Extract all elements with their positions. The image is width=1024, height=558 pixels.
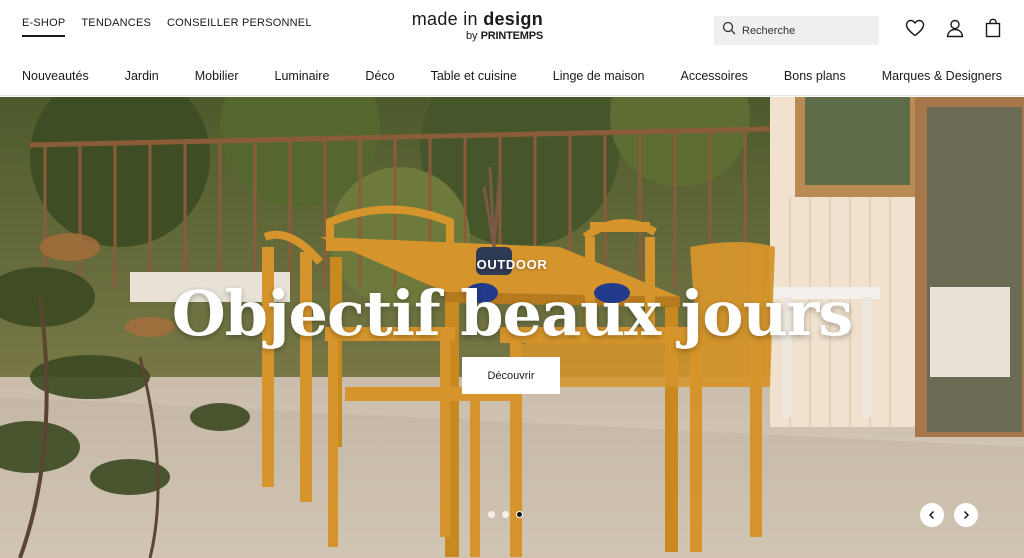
- logo-made-in: made in: [411, 9, 484, 29]
- nav-item-linge-maison[interactable]: Linge de maison: [553, 69, 645, 83]
- carousel-dot-1[interactable]: [488, 511, 495, 518]
- discover-button[interactable]: Découvrir: [462, 357, 560, 394]
- main-nav: Nouveautés Jardin Mobilier Luminaire Déc…: [0, 56, 1024, 96]
- bag-icon[interactable]: [982, 17, 1004, 39]
- user-icon[interactable]: [944, 17, 966, 39]
- top-links: E-SHOP TENDANCES CONSEILLER PERSONNEL: [22, 17, 312, 37]
- logo-by: by: [465, 30, 481, 42]
- nav-item-bons-plans[interactable]: Bons plans: [784, 69, 846, 83]
- hero-title: Objectif beaux jours: [171, 277, 853, 350]
- top-link-tendances[interactable]: TENDANCES: [81, 17, 151, 37]
- nav-item-deco[interactable]: Déco: [365, 69, 394, 83]
- nav-item-mobilier[interactable]: Mobilier: [195, 69, 239, 83]
- carousel-dots: [488, 511, 523, 518]
- carousel-prev-button[interactable]: [920, 503, 944, 527]
- logo-printemps: PRINTEMPS: [480, 30, 544, 42]
- heart-icon[interactable]: [904, 17, 926, 39]
- nav-item-jardin[interactable]: Jardin: [125, 69, 159, 83]
- nav-item-luminaire[interactable]: Luminaire: [275, 69, 330, 83]
- top-header: E-SHOP TENDANCES CONSEILLER PERSONNEL ma…: [0, 0, 1024, 56]
- search-box[interactable]: [714, 16, 879, 45]
- logo-design: design: [483, 9, 543, 29]
- search-icon: [722, 21, 736, 40]
- top-link-conseiller[interactable]: CONSEILLER PERSONNEL: [167, 17, 312, 37]
- hero-overline: OUTDOOR: [476, 257, 548, 272]
- nav-item-nouveautes[interactable]: Nouveautés: [22, 69, 89, 83]
- chevron-left-icon: [928, 510, 935, 520]
- carousel-dot-2[interactable]: [502, 511, 509, 518]
- nav-item-marques-designers[interactable]: Marques & Designers: [882, 69, 1002, 83]
- chevron-right-icon: [963, 510, 970, 520]
- site-logo[interactable]: made in design by PRINTEMPS: [403, 9, 543, 42]
- nav-item-accessoires[interactable]: Accessoires: [681, 69, 748, 83]
- hero-banner[interactable]: OUTDOOR Objectif beaux jours Découvrir: [0, 97, 1024, 558]
- carousel-next-button[interactable]: [954, 503, 978, 527]
- nav-item-table-cuisine[interactable]: Table et cuisine: [431, 69, 517, 83]
- search-input[interactable]: [742, 24, 862, 37]
- carousel-dot-3[interactable]: [516, 511, 523, 518]
- top-link-eshop[interactable]: E-SHOP: [22, 17, 66, 37]
